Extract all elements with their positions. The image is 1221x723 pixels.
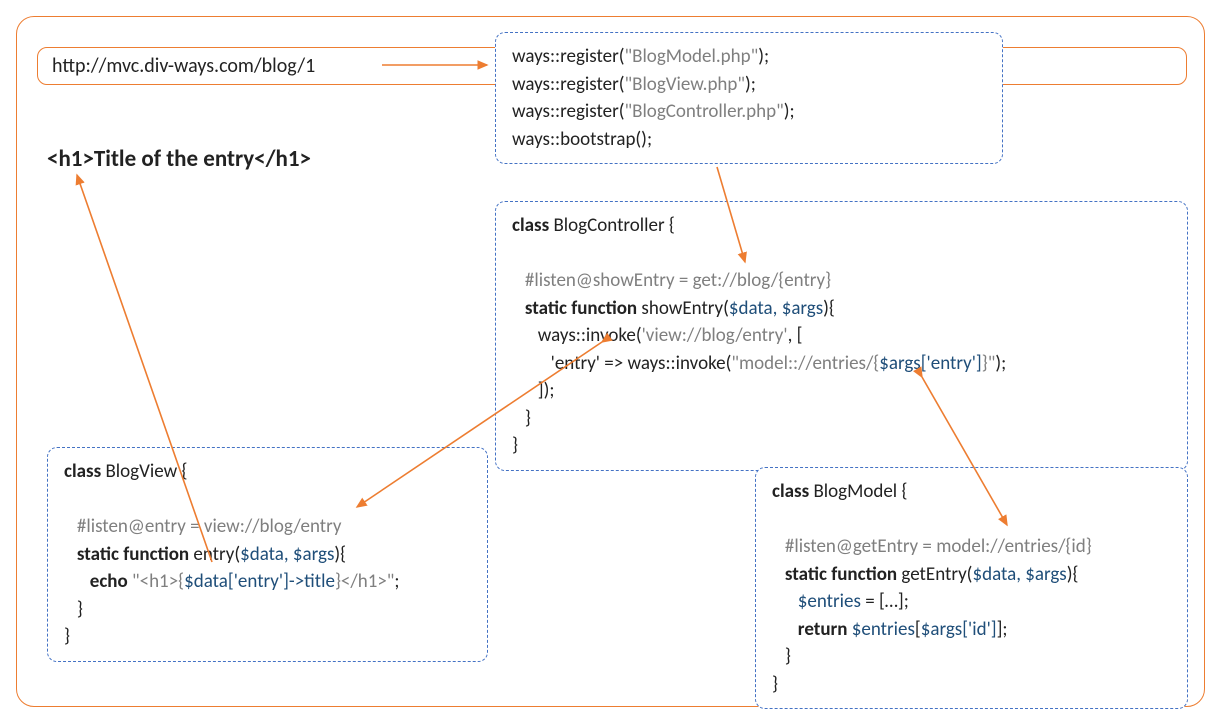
code-text: } [64,598,83,621]
code-string: }" [982,352,996,375]
rendered-heading: <h1>Title of the entry</h1> [47,145,311,173]
code-text: } [64,625,70,648]
code-text: ); [758,45,769,68]
code-var: $data, $args [729,297,823,320]
model-code: class BlogModel { #listen@getEntry = mod… [772,478,1171,698]
code-keyword: return [772,618,852,641]
code-string: 'view://blog/entry' [642,324,788,347]
code-var: $args['entry'] [879,352,981,375]
code-text: ways::invoke( [512,324,642,347]
code-text: ); [745,73,756,96]
code-keyword: class [64,460,101,483]
code-text: = […]; [861,590,909,613]
code-text: } [772,673,778,696]
code-keyword: static function [512,297,637,320]
code-text: ){ [334,543,346,566]
code-text: 'entry' => ways::invoke( [512,352,731,375]
code-text: ){ [1067,563,1079,586]
code-text: } [512,434,518,457]
code-text: ways::register( [512,73,625,96]
code-var: $entries [772,590,861,613]
code-comment: #listen@getEntry = model://entries/{id} [772,535,1092,558]
code-string: "<h1>{ [132,570,184,593]
code-var: $entries [852,618,915,641]
code-keyword: static function [64,543,189,566]
model-box: class BlogModel { #listen@getEntry = mod… [755,467,1188,709]
code-text: ; [394,570,399,593]
code-text: ]); [512,379,554,402]
code-text: ){ [823,297,835,320]
code-comment: #listen@showEntry = get://blog/{entry} [512,269,831,292]
code-text: BlogController { [549,214,675,237]
code-text: ]; [997,618,1008,641]
code-keyword: static function [772,563,897,586]
code-keyword: class [772,480,809,503]
code-string: "model:://entries/{ [731,352,879,375]
code-text: ); [784,100,795,123]
code-text: } [512,407,531,430]
code-text: showEntry( [637,297,729,320]
controller-code: class BlogController { #listen@showEntry… [512,212,1171,460]
code-keyword: class [512,214,549,237]
code-text: , [ [788,324,803,347]
controller-box: class BlogController { #listen@showEntry… [495,201,1188,471]
code-text: getEntry( [897,563,972,586]
code-keyword: echo [64,570,132,593]
code-text: BlogModel { [809,480,907,503]
url-text: http://mvc.div-ways.com/blog/1 [52,54,315,78]
code-var: $args['id'] [921,618,997,641]
code-comment: #listen@entry = view://blog/entry [64,515,341,538]
code-text: entry( [189,543,240,566]
code-var: $data, $args [240,543,334,566]
diagram-frame: http://mvc.div-ways.com/blog/1 <h1>Title… [16,16,1205,707]
code-var: $data, $args [972,563,1066,586]
code-string: "BlogController.php" [625,100,784,123]
code-text: ways::register( [512,45,625,68]
code-string: }</h1>" [335,570,394,593]
code-string: "BlogModel.php" [625,45,759,68]
register-box: ways::register("BlogModel.php"); ways::r… [495,32,1003,164]
code-string: "BlogView.php" [625,73,746,96]
register-code: ways::register("BlogModel.php"); ways::r… [512,43,986,153]
code-text: } [772,645,791,668]
code-text: ways::bootstrap(); [512,128,652,151]
code-text: ways::register( [512,100,625,123]
code-text: BlogView { [101,460,187,483]
code-var: $data['entry']->title [184,570,335,593]
view-box: class BlogView { #listen@entry = view://… [47,447,488,662]
code-text: ); [995,352,1006,375]
view-code: class BlogView { #listen@entry = view://… [64,458,471,651]
